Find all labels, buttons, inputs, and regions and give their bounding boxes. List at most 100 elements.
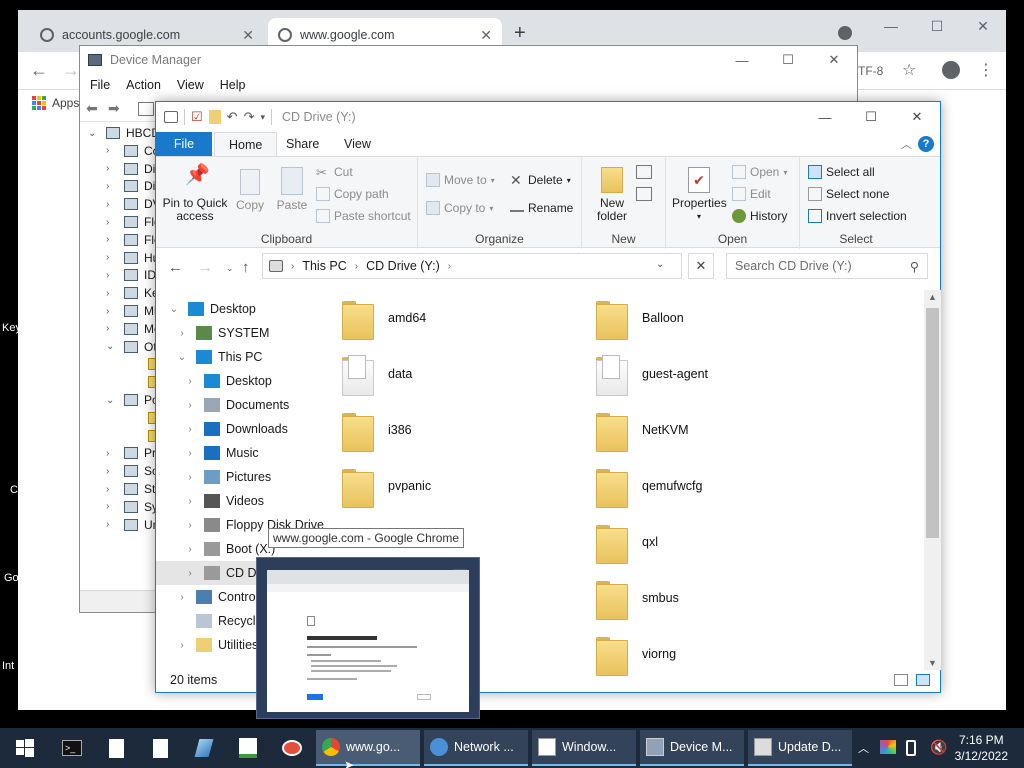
nav-item[interactable]: › Music: [156, 441, 338, 465]
redo-icon[interactable]: ↷: [244, 109, 255, 125]
search-input[interactable]: Search CD Drive (Y:) ⚲: [726, 253, 928, 279]
collapse-chevron-icon[interactable]: ›: [106, 519, 120, 530]
collapse-chevron-icon[interactable]: ›: [106, 163, 120, 174]
close-tab-icon[interactable]: ✕: [242, 27, 254, 44]
tree-item[interactable]: › Dis: [106, 160, 161, 178]
tree-item[interactable]: › Un: [106, 516, 159, 534]
expand-chevron-icon[interactable]: ⌄: [106, 395, 120, 406]
collapse-chevron-icon[interactable]: ›: [106, 234, 120, 245]
nav-item[interactable]: › Documents: [156, 393, 338, 417]
customize-toolbar-icon[interactable]: ▾: [260, 112, 265, 123]
collapse-chevron-icon[interactable]: ›: [106, 252, 120, 263]
move-to-button[interactable]: Move to ▾: [426, 173, 495, 187]
show-hidden-icons-icon[interactable]: ︿: [858, 740, 869, 756]
invert-selection-button[interactable]: Invert selection: [808, 209, 907, 223]
collapse-chevron-icon[interactable]: ›: [106, 448, 120, 459]
collapse-chevron-icon[interactable]: ›: [184, 400, 196, 411]
tree-root[interactable]: ⌄ HBCD: [88, 124, 160, 142]
collapse-chevron-icon[interactable]: ›: [106, 270, 120, 281]
collapse-chevron-icon[interactable]: ›: [176, 640, 188, 651]
nav-item[interactable]: › Pictures: [156, 465, 338, 489]
close-icon[interactable]: ✕: [894, 102, 940, 132]
volume-muted-icon[interactable]: 🔇: [930, 739, 947, 756]
profile-icon[interactable]: [942, 61, 960, 79]
properties-check-icon[interactable]: ☑: [191, 109, 203, 125]
tree-item[interactable]: › Co: [106, 142, 159, 160]
nav-item[interactable]: ⌄ This PC: [156, 345, 338, 369]
nav-item[interactable]: › Videos: [156, 489, 338, 513]
expand-chevron-icon[interactable]: ⌄: [176, 352, 188, 363]
copy-path-button[interactable]: Copy path: [316, 187, 389, 201]
collapse-chevron-icon[interactable]: ›: [184, 496, 196, 507]
collapse-chevron-icon[interactable]: ›: [184, 448, 196, 459]
address-bar[interactable]: › This PC › CD Drive (Y:) ›: [262, 253, 682, 279]
back-icon[interactable]: ←: [168, 259, 183, 276]
collapse-chevron-icon[interactable]: ›: [106, 217, 120, 228]
apps-shortcut[interactable]: Apps: [32, 96, 79, 110]
menu-action[interactable]: Action: [126, 78, 161, 92]
tree-item[interactable]: › DV: [106, 195, 161, 213]
select-none-button[interactable]: Select none: [808, 187, 889, 201]
open-button[interactable]: Open ▾: [732, 165, 787, 179]
expand-chevron-icon[interactable]: ⌄: [88, 128, 102, 139]
collapse-chevron-icon[interactable]: ›: [184, 520, 196, 531]
collapse-chevron-icon[interactable]: ›: [106, 501, 120, 512]
up-icon[interactable]: ↑: [242, 259, 250, 276]
properties-button[interactable]: ✔ Properties ▾: [672, 167, 727, 223]
removable-device-icon[interactable]: [906, 740, 916, 756]
start-button[interactable]: [4, 728, 46, 768]
nav-item[interactable]: › Downloads: [156, 417, 338, 441]
menu-file[interactable]: File: [90, 78, 110, 92]
scrollbar-thumb[interactable]: [926, 308, 939, 538]
cut-button[interactable]: ✂ Cut: [316, 165, 353, 180]
folder-item[interactable]: qemufwcfg: [596, 458, 846, 514]
refresh-x-icon[interactable]: ✕: [688, 253, 714, 279]
document-pinned[interactable]: [140, 728, 180, 768]
collapse-chevron-icon[interactable]: ›: [176, 592, 188, 603]
folder-item[interactable]: smbus: [596, 570, 846, 626]
collapse-chevron-icon[interactable]: ›: [184, 424, 196, 435]
collapse-chevron-icon[interactable]: ›: [184, 568, 196, 579]
tree-item[interactable]: › Flo: [106, 231, 161, 249]
menu-kebab-icon[interactable]: ⋮: [978, 60, 994, 80]
maximize-icon[interactable]: ☐: [914, 10, 960, 42]
tree-item[interactable]: ⌄ Ot: [106, 338, 157, 356]
folder-item[interactable]: pvpanic: [342, 458, 592, 514]
vertical-scrollbar[interactable]: ▲ ▼: [924, 290, 941, 670]
scroll-down-icon[interactable]: ▼: [928, 658, 937, 668]
expand-chevron-icon[interactable]: ⌄: [168, 304, 180, 315]
delete-button[interactable]: ✕ Delete ▾: [510, 173, 571, 187]
tab-share[interactable]: Share: [272, 132, 333, 156]
tree-item[interactable]: › Hu: [106, 249, 159, 267]
folder-item[interactable]: Balloon: [596, 290, 846, 346]
nav-item[interactable]: › SYSTEM: [156, 321, 338, 345]
chart-app-pinned[interactable]: [228, 728, 268, 768]
folder-item[interactable]: i386: [342, 402, 592, 458]
collapse-chevron-icon[interactable]: ›: [184, 544, 196, 555]
taskbar-task-device-manager[interactable]: Device M...: [640, 730, 744, 766]
forward-arrow-icon[interactable]: ➡: [108, 100, 120, 117]
new-tab-icon[interactable]: +: [514, 22, 526, 45]
folder-item[interactable]: NetKVM: [596, 402, 846, 458]
collapse-chevron-icon[interactable]: ›: [106, 306, 120, 317]
select-all-button[interactable]: Select all: [808, 165, 875, 179]
collapse-chevron-icon[interactable]: ›: [106, 323, 120, 334]
folder-item[interactable]: data: [342, 346, 592, 402]
recent-locations-icon[interactable]: ⌄: [226, 263, 234, 274]
new-folder-button[interactable]: New folder: [590, 167, 634, 223]
tree-item[interactable]: › Ke: [106, 284, 159, 302]
taskbar-task-chrome[interactable]: www.go...: [316, 730, 420, 766]
close-icon[interactable]: ✕: [960, 10, 1006, 42]
collapse-ribbon-icon[interactable]: ︿: [901, 136, 912, 152]
back-icon[interactable]: ←: [30, 60, 48, 81]
menu-view[interactable]: View: [177, 78, 204, 92]
folder-item[interactable]: guest-agent: [596, 346, 846, 402]
color-app-tray-icon[interactable]: [880, 740, 896, 754]
new-item-icon[interactable]: [636, 165, 652, 179]
properties-icon[interactable]: [138, 102, 154, 116]
folder-item[interactable]: amd64: [342, 290, 592, 346]
collapse-chevron-icon[interactable]: ›: [106, 288, 120, 299]
large-icons-view-icon[interactable]: [916, 674, 930, 686]
notepad-pinned[interactable]: [96, 728, 136, 768]
back-arrow-icon[interactable]: ⬅: [86, 100, 98, 117]
